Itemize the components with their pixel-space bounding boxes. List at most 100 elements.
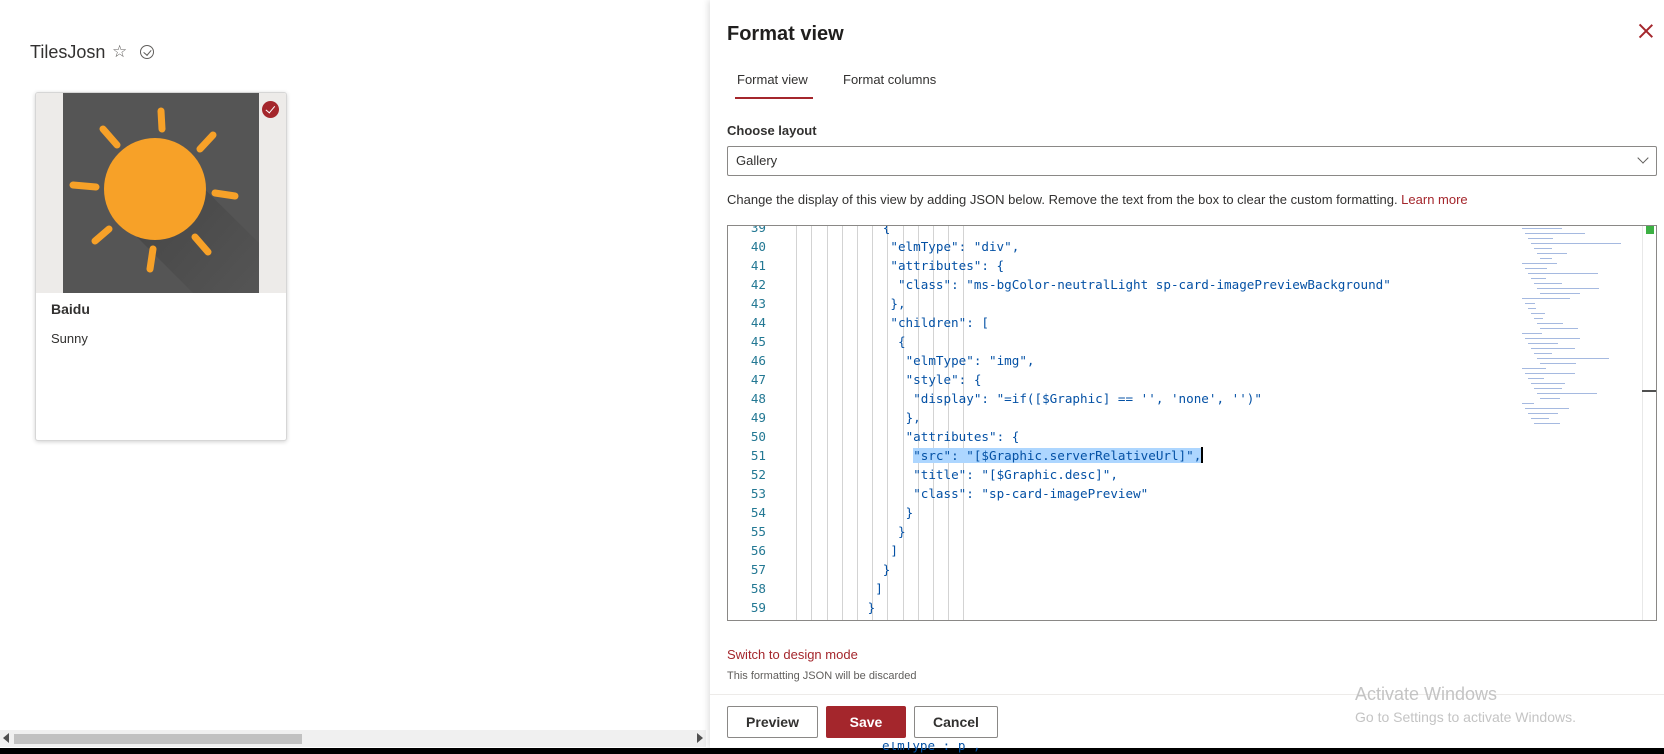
horizontal-scrollbar[interactable]: [0, 730, 706, 747]
code-line: 53 "class": "sp-card-imagePreview": [728, 484, 1656, 503]
code-line: 49},: [728, 408, 1656, 427]
format-view-panel: Format view Format view Format columns C…: [710, 0, 1664, 753]
layout-dropdown-value: Gallery: [736, 153, 778, 168]
code-line: 45 {: [728, 332, 1656, 351]
page: TilesJosn ☆ Baidu Sunny Format view Form…: [0, 0, 1664, 754]
line-number: 43: [750, 296, 766, 311]
line-number: 41: [750, 258, 766, 273]
scroll-right-arrow-icon[interactable]: [697, 733, 703, 743]
scroll-left-arrow-icon[interactable]: [3, 733, 9, 743]
selected-text: "src": "[$Graphic.serverRelativeUrl]",: [913, 448, 1202, 463]
code-text: "title": "[$Graphic.desc]",: [913, 467, 1118, 482]
line-number: 48: [750, 391, 766, 406]
line-number: 42: [750, 277, 766, 292]
activate-windows-title: Activate Windows: [1355, 684, 1498, 704]
layout-dropdown[interactable]: Gallery: [727, 146, 1657, 176]
sun-icon: [69, 107, 259, 293]
format-description-text: Change the display of this view by addin…: [727, 192, 1402, 207]
code-text: }: [882, 562, 891, 577]
tab-format-view[interactable]: Format view: [737, 72, 808, 87]
switch-to-design-mode-link[interactable]: Switch to design mode: [727, 647, 858, 662]
code-line: 41 "attributes": {: [728, 256, 1656, 275]
gallery-card[interactable]: Baidu Sunny: [35, 92, 287, 441]
check-circle-icon[interactable]: [140, 45, 154, 59]
code-line: 44 "children": [: [728, 313, 1656, 332]
code-line: 40 "elmType": "div",: [728, 237, 1656, 256]
save-button[interactable]: Save: [826, 706, 906, 738]
code-line: 59}: [728, 598, 1656, 617]
learn-more-link[interactable]: Learn more: [1401, 192, 1467, 207]
code-line: 47 "style": {: [728, 370, 1656, 389]
tab-selected-indicator: [735, 97, 813, 99]
line-number: 52: [750, 467, 766, 482]
card-title: Baidu: [51, 301, 90, 317]
code-line: 52 "title": "[$Graphic.desc]",: [728, 465, 1656, 484]
json-code-editor[interactable]: 39{40 "elmType": "div", 41 "attributes": {4…: [727, 225, 1657, 621]
overflow-code-line: elmType : p ,: [710, 742, 1664, 754]
favorite-star-icon[interactable]: ☆: [112, 42, 127, 62]
tab-format-columns[interactable]: Format columns: [843, 72, 936, 87]
code-text: {: [898, 334, 906, 349]
code-text: },: [890, 296, 906, 311]
code-text: "display": "=if([$Graphic] == '', 'none'…: [913, 391, 1262, 406]
code-line: 51 "src": "[$Graphic.serverRelativeUrl]",: [728, 446, 1656, 465]
code-text: "attributes": {: [890, 258, 1005, 273]
code-text: "src": "[$Graphic.serverRelativeUrl]",: [913, 446, 1203, 465]
code-line: 57}: [728, 560, 1656, 579]
panel-title: Format view: [727, 23, 844, 45]
code-text: "elmType": "div",: [890, 239, 1020, 254]
code-line: 56]: [728, 541, 1656, 560]
code-text: },: [905, 410, 921, 425]
card-image-sunny: [63, 93, 259, 293]
close-icon[interactable]: [1637, 22, 1655, 40]
code-text: "style": {: [905, 372, 982, 387]
text-cursor: [1201, 447, 1203, 463]
line-number: 50: [750, 429, 766, 444]
code-line: 39 {: [728, 225, 1656, 237]
line-number: 59: [750, 600, 766, 615]
discard-note: This formatting JSON will be discarded: [727, 670, 917, 682]
code-text: ]: [890, 543, 898, 558]
line-number: 53: [750, 486, 766, 501]
line-number: 39: [750, 225, 766, 235]
card-selected-check-icon[interactable]: [262, 101, 279, 118]
code-line: 46 "elmType": "img",: [728, 351, 1656, 370]
line-number: 47: [750, 372, 766, 387]
overflow-code-text: elmType : p ,: [882, 742, 981, 753]
activate-windows-subtitle: Go to Settings to activate Windows.: [1355, 709, 1576, 725]
cancel-button[interactable]: Cancel: [914, 706, 998, 738]
line-number: 54: [750, 505, 766, 520]
code-text: {: [882, 225, 891, 235]
scrollbar-thumb[interactable]: [14, 734, 302, 744]
code-line: 54}: [728, 503, 1656, 522]
code-line: 42 "class": "ms-bgColor-neutralLight sp-c…: [728, 275, 1656, 294]
line-number: 49: [750, 410, 766, 425]
format-description: Change the display of this view by addin…: [727, 192, 1468, 207]
line-number: 40: [750, 239, 766, 254]
code-text: "class": "ms-bgColor-neutralLight sp-car…: [898, 277, 1391, 292]
code-line: 58]: [728, 579, 1656, 598]
line-number: 57: [750, 562, 766, 577]
code-text: "children": [: [890, 315, 989, 330]
code-text: ]: [875, 581, 883, 596]
code-text: "class": "sp-card-imagePreview": [913, 486, 1149, 501]
line-number: 56: [750, 543, 766, 558]
line-number: 51: [750, 448, 766, 463]
code-text: }: [898, 524, 906, 539]
choose-layout-label: Choose layout: [727, 123, 817, 138]
card-subtitle: Sunny: [51, 331, 88, 346]
list-title: TilesJosn: [30, 42, 106, 62]
footer-divider: [710, 694, 1664, 695]
code-line: 50 "attributes": {: [728, 427, 1656, 446]
preview-button[interactable]: Preview: [727, 706, 818, 738]
line-number: 55: [750, 524, 766, 539]
code-line: 48 "display": "=if([$Graphic] == '', 'non…: [728, 389, 1656, 408]
code-text: "elmType": "img",: [905, 353, 1035, 368]
code-line: 43},: [728, 294, 1656, 313]
line-number: 44: [750, 315, 766, 330]
code-text: }: [867, 600, 876, 615]
line-number: 46: [750, 353, 766, 368]
line-number: 45: [750, 334, 766, 349]
code-text: }: [905, 505, 914, 520]
code-line: 55}: [728, 522, 1656, 541]
